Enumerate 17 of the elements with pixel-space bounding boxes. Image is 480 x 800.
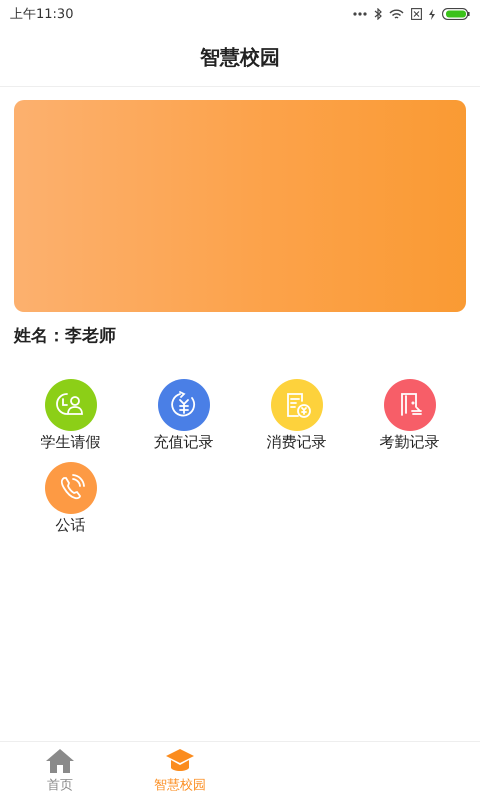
menu-item[interactable]: 考勤记录 xyxy=(353,379,466,452)
wifi-icon xyxy=(389,8,404,20)
bluetooth-icon xyxy=(374,8,382,20)
menu-item[interactable]: 公话 xyxy=(14,462,127,535)
status-time: 上午11:30 xyxy=(10,6,74,23)
menu-item[interactable]: 学生请假 xyxy=(14,379,127,452)
teacher-name: 姓名：李老师 xyxy=(14,325,117,347)
graduation-cap-icon xyxy=(165,748,195,774)
battery-icon xyxy=(442,8,470,20)
menu-item[interactable]: 消费记录 xyxy=(240,379,353,452)
more-dots-icon xyxy=(353,12,367,16)
tab-item[interactable]: 首页 xyxy=(0,742,120,800)
menu-item[interactable]: 充值记录 xyxy=(127,379,240,452)
no-sim-icon xyxy=(411,8,422,20)
page-title: 智慧校园 xyxy=(200,44,280,70)
house-icon xyxy=(45,748,75,774)
charging-icon xyxy=(429,8,435,20)
